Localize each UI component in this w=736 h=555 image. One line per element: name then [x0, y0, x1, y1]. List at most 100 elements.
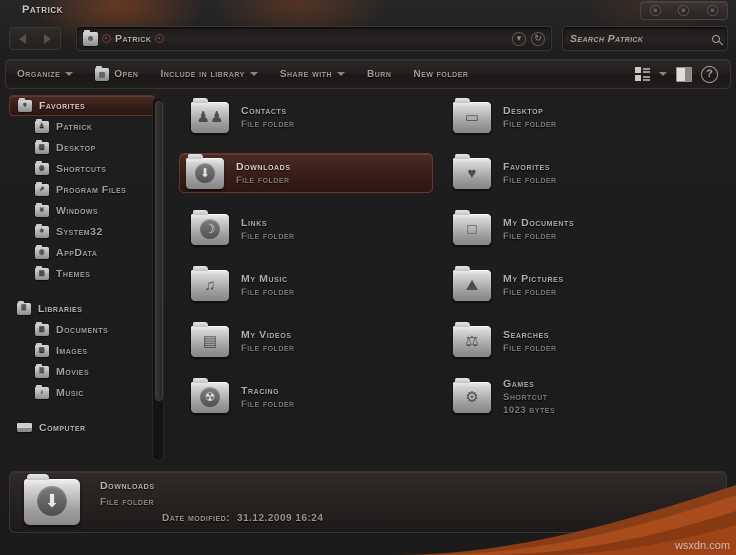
favorites-folder-icon: ♥ — [18, 97, 32, 112]
file-item-text: Downloads File folder — [236, 161, 291, 186]
pictures-folder-icon: ⛰ — [453, 265, 491, 301]
folder-open-icon — [95, 65, 110, 81]
file-name: Downloads — [236, 160, 291, 173]
breadcrumb-patrick[interactable]: Patrick — [115, 33, 151, 45]
libraries-folder-icon: ☰ — [17, 300, 31, 315]
file-name: Desktop — [503, 104, 544, 117]
search-icon — [710, 32, 722, 45]
sidebar-item-label: AppData — [56, 246, 98, 259]
sidebar-item-label: System32 — [56, 225, 103, 238]
documents-folder-icon: □ — [453, 209, 491, 245]
sidebar-item-label: Movies — [56, 365, 90, 378]
details-date-label: Date modified: — [162, 513, 231, 524]
searches-folder-icon: ⚖ — [453, 321, 491, 357]
file-item-searches[interactable]: ⚖ Searches File folder — [447, 321, 707, 361]
details-date-row: Date modified: 31.12.2009 16:24 — [162, 513, 323, 524]
toolbar-label: Share with — [279, 68, 332, 80]
toolbar-item-include-in-library[interactable]: Include in library — [149, 60, 268, 88]
preview-pane-icon[interactable] — [676, 66, 692, 82]
file-item-links[interactable]: ☽ Links File folder — [185, 209, 445, 249]
file-name: Links — [241, 216, 268, 229]
movies-folder-icon: ☰ — [35, 363, 49, 378]
search-box[interactable] — [562, 26, 728, 51]
details-type: File folder — [100, 497, 155, 508]
file-item-my-documents[interactable]: □ My Documents File folder — [447, 209, 707, 249]
back-arrow-icon[interactable] — [19, 33, 26, 44]
toolbar-label: Organize — [17, 68, 61, 80]
file-type: File folder — [503, 286, 557, 298]
file-type: File folder — [503, 174, 557, 186]
view-options-chevron-down-icon[interactable] — [659, 72, 667, 76]
file-name: My Videos — [241, 328, 292, 341]
chevron-down-icon — [249, 72, 258, 76]
help-icon[interactable]: ? — [701, 65, 718, 83]
sidebar-scrollbar-thumb[interactable] — [155, 101, 163, 401]
file-type: Shortcut — [503, 392, 548, 403]
file-name: Games — [503, 378, 535, 390]
system-folder-icon: ✦ — [35, 223, 49, 238]
downloads-folder-icon: ⬇ — [24, 474, 80, 525]
window-title: Patrick — [22, 4, 64, 16]
file-list: ♟♟ Contacts File folder ⬇ Downloads File… — [179, 97, 731, 433]
toolbar-label: Open — [114, 68, 139, 80]
toolbar-item-open[interactable]: Open — [84, 60, 149, 88]
file-type: File folder — [241, 118, 295, 130]
file-type: File folder — [241, 230, 295, 242]
file-name: My Documents — [503, 216, 575, 229]
file-item-downloads[interactable]: ⬇ Downloads File folder — [179, 153, 433, 193]
file-name: Searches — [503, 328, 550, 341]
file-item-contacts[interactable]: ♟♟ Contacts File folder — [185, 97, 445, 137]
videos-folder-icon: ▤ — [191, 321, 229, 357]
download-arrow-icon: ⬇ — [37, 486, 67, 516]
sidebar-item-label: Favorites — [39, 99, 86, 112]
minimize-button[interactable] — [649, 5, 661, 16]
sidebar-item-label: Windows — [56, 204, 99, 217]
command-toolbar: Organize Open Include in library Share w… — [5, 59, 731, 89]
themes-folder-icon: ▤ — [35, 265, 49, 280]
file-item-favorites[interactable]: ♥ Favorites File folder — [447, 153, 707, 193]
file-item-my-videos[interactable]: ▤ My Videos File folder — [185, 321, 445, 361]
file-item-text: My Music File folder — [241, 273, 295, 298]
toolbar-item-new-folder[interactable]: New folder — [402, 60, 479, 88]
file-type: File folder — [236, 174, 290, 186]
program-folder-icon: ↗ — [35, 181, 49, 196]
file-item-my-pictures[interactable]: ⛰ My Pictures File folder — [447, 265, 707, 305]
breadcrumb-separator-icon — [102, 34, 111, 43]
address-bar[interactable]: Patrick ▾ ↻ — [76, 26, 552, 51]
file-type: File folder — [503, 118, 557, 130]
file-type: File folder — [503, 342, 557, 354]
user-folder-icon: ♟ — [35, 118, 49, 133]
close-button[interactable] — [707, 5, 719, 16]
details-date-value: 31.12.2009 16:24 — [237, 513, 324, 524]
file-item-text: Links File folder — [241, 217, 295, 242]
file-item-my-music[interactable]: ♫ My Music File folder — [185, 265, 445, 305]
maximize-button[interactable] — [678, 5, 690, 16]
chevron-down-icon[interactable]: ▾ — [512, 31, 526, 46]
file-item-games[interactable]: ⚙ Games Shortcut 1023 bytes — [447, 377, 707, 417]
refresh-icon[interactable]: ↻ — [531, 31, 545, 46]
file-item-text: Games Shortcut 1023 bytes — [503, 378, 555, 416]
search-input[interactable] — [570, 32, 712, 45]
file-item-text: My Documents File folder — [503, 217, 574, 242]
file-item-text: My Videos File folder — [241, 329, 295, 354]
file-item-tracing[interactable]: ☢ Tracing File folder — [185, 377, 445, 417]
toolbar-label: New folder — [413, 68, 469, 80]
sidebar-item-label: Documents — [56, 323, 109, 336]
view-options-icon[interactable] — [635, 67, 650, 81]
sidebar-item-label: Libraries — [38, 302, 83, 315]
sidebar-item-favorites[interactable]: ♥ Favorites — [9, 95, 155, 116]
computer-drive-icon — [17, 423, 32, 432]
favorites-folder-icon: ♥ — [453, 153, 491, 189]
sidebar-item-label: Desktop — [56, 141, 96, 154]
toolbar-item-organize[interactable]: Organize — [6, 60, 84, 88]
window-controls — [640, 1, 728, 20]
file-name: Tracing — [241, 384, 280, 397]
forward-arrow-icon[interactable] — [44, 33, 51, 44]
file-name: My Music — [241, 272, 288, 285]
toolbar-item-share-with[interactable]: Share with — [269, 60, 356, 88]
file-item-desktop[interactable]: ▭ Desktop File folder — [447, 97, 707, 137]
toolbar-item-burn[interactable]: Burn — [356, 60, 402, 88]
sidebar-item-label: Music — [56, 386, 84, 399]
sidebar-scrollbar[interactable] — [152, 97, 164, 461]
address-folder-icon — [83, 29, 98, 46]
